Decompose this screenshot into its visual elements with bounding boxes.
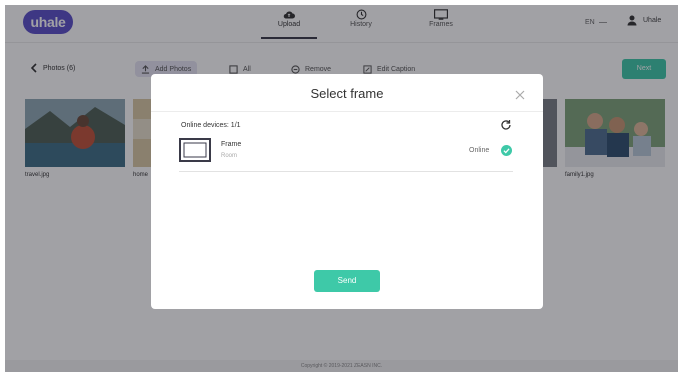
dialog-title: Select frame bbox=[310, 86, 384, 101]
device-room: Room bbox=[221, 153, 238, 159]
check-circle-icon[interactable] bbox=[501, 145, 512, 156]
online-devices-label: Online devices: 1/1 bbox=[181, 122, 241, 129]
close-icon[interactable] bbox=[515, 90, 525, 100]
device-list-item[interactable]: Frame Room Online bbox=[179, 138, 513, 172]
device-name: Frame bbox=[221, 141, 242, 148]
send-button[interactable]: Send bbox=[314, 270, 380, 292]
device-status: Online bbox=[469, 147, 490, 154]
divider bbox=[151, 111, 543, 112]
refresh-icon[interactable] bbox=[500, 119, 512, 131]
select-frame-dialog: Select frame Online devices: 1/1 Frame R… bbox=[151, 74, 543, 309]
photo-frame-icon bbox=[179, 138, 211, 162]
